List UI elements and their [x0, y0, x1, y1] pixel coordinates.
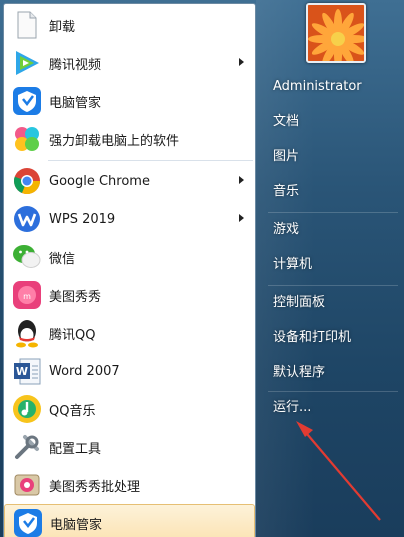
word-icon: W	[11, 355, 43, 387]
user-name-link[interactable]: Administrator	[266, 72, 396, 102]
program-label: 腾讯视频	[49, 57, 102, 73]
places-separator	[268, 391, 398, 392]
meitu-batch-icon	[11, 469, 43, 501]
place-default-programs[interactable]: 默认程序	[266, 358, 396, 388]
pc-manager-icon	[12, 507, 44, 537]
program-item-meitu-batch[interactable]: 美图秀秀批处理	[4, 466, 255, 504]
program-label: QQ音乐	[49, 403, 96, 419]
program-item-qq[interactable]: 腾讯QQ	[4, 314, 255, 352]
program-label: 强力卸载电脑上的软件	[49, 133, 180, 149]
uninstaller-icon	[11, 123, 43, 155]
program-label: Word 2007	[49, 363, 120, 379]
program-item-uninstaller[interactable]: 强力卸载电脑上的软件	[4, 120, 255, 158]
svg-text:m: m	[23, 292, 31, 301]
places-panel: Administrator 文档 图片 音乐 游戏 计算机 控制面板 设备和打印…	[256, 0, 404, 537]
program-item-pc-manager-highlighted[interactable]: 电脑管家	[4, 504, 255, 537]
program-item-pc-manager[interactable]: 电脑管家	[4, 82, 255, 120]
wps-icon	[11, 203, 43, 235]
submenu-arrow-icon	[239, 58, 244, 66]
program-label: WPS 2019	[49, 211, 116, 227]
program-label: 卸载	[49, 19, 76, 35]
program-item-meitu[interactable]: m 美图秀秀	[4, 276, 255, 314]
program-item-chrome[interactable]: Google Chrome	[4, 162, 255, 200]
places-separator	[268, 212, 398, 213]
svg-text:W: W	[16, 365, 28, 378]
program-label: 腾讯QQ	[49, 327, 96, 343]
meitu-icon: m	[11, 279, 43, 311]
document-icon	[11, 9, 43, 41]
wechat-icon	[11, 241, 43, 273]
menu-separator	[48, 160, 253, 161]
place-devices-printers[interactable]: 设备和打印机	[266, 323, 396, 353]
place-games[interactable]: 游戏	[266, 215, 396, 245]
place-pictures[interactable]: 图片	[266, 142, 396, 172]
place-control-panel[interactable]: 控制面板	[266, 288, 396, 318]
place-computer[interactable]: 计算机	[266, 250, 396, 280]
tencent-video-icon	[11, 47, 43, 79]
submenu-arrow-icon	[239, 176, 244, 184]
program-item-tencent-video[interactable]: 腾讯视频	[4, 44, 255, 82]
program-label: 电脑管家	[50, 517, 103, 533]
program-label: Google Chrome	[49, 173, 150, 189]
place-music[interactable]: 音乐	[266, 177, 396, 207]
program-item-qq-music[interactable]: QQ音乐	[4, 390, 255, 428]
program-item-wps[interactable]: WPS 2019	[4, 200, 255, 238]
flower-avatar-icon[interactable]	[306, 3, 366, 63]
chrome-icon	[11, 165, 43, 197]
program-label: 美图秀秀批处理	[49, 479, 141, 495]
tools-icon	[11, 431, 43, 463]
program-label: 美图秀秀	[49, 289, 102, 305]
place-run[interactable]: 运行...	[266, 393, 396, 423]
programs-panel: 卸载 腾讯视频 电脑管家 强力卸载电脑上的软件 Google Chrome WP…	[3, 3, 256, 537]
pc-manager-icon	[11, 85, 43, 117]
program-item-wechat[interactable]: 微信	[4, 238, 255, 276]
program-item-word[interactable]: W Word 2007	[4, 352, 255, 390]
program-item-config-tools[interactable]: 配置工具	[4, 428, 255, 466]
places-separator	[268, 285, 398, 286]
program-label: 电脑管家	[49, 95, 102, 111]
qq-icon	[11, 317, 43, 349]
program-label: 微信	[49, 251, 76, 267]
place-documents[interactable]: 文档	[266, 107, 396, 137]
program-label: 配置工具	[49, 441, 102, 457]
qq-music-icon	[11, 393, 43, 425]
submenu-arrow-icon	[239, 214, 244, 222]
program-item-uninstall[interactable]: 卸载	[4, 6, 255, 44]
